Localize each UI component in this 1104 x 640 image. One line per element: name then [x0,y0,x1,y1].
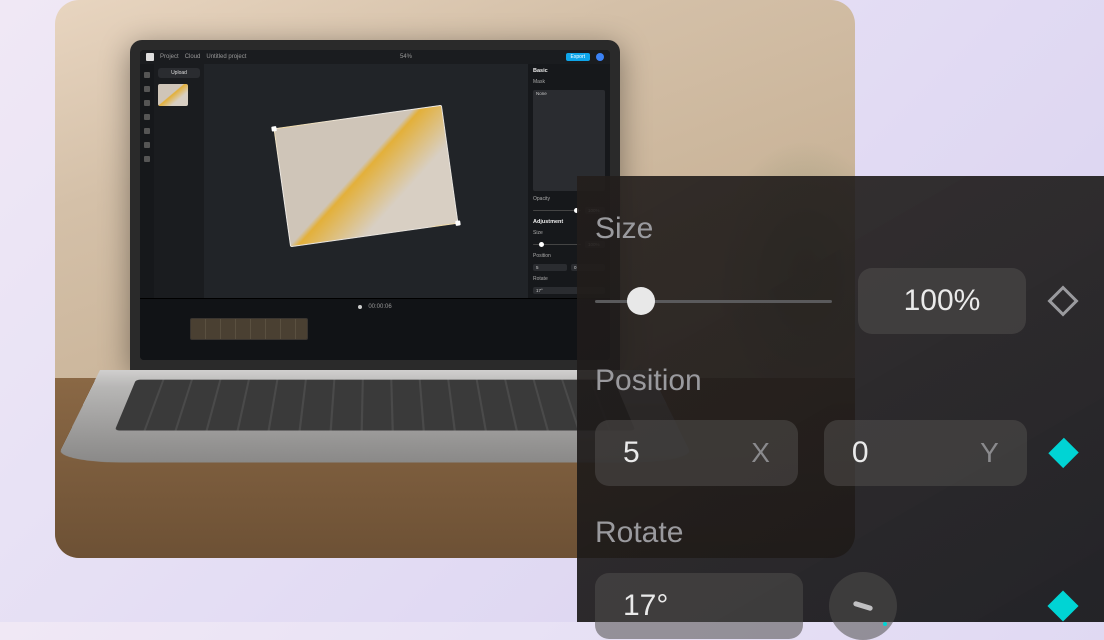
position-y-suffix: Y [980,437,999,469]
rotate-label: Rotate [595,516,1074,550]
position-y-value: 0 [852,436,869,470]
editor-topbar: Project Cloud Untitled project 54% Expor… [140,50,610,64]
size-slider[interactable] [595,300,832,303]
left-toolbar [140,64,154,298]
timeline[interactable]: 00:00:06 [140,298,610,360]
size-label: Size [595,212,1074,246]
adjustment-zoom-overlay: Size 100% Position 5 X 0 Y Rotate 17° [577,176,1104,622]
size-slider-mini[interactable] [533,244,581,246]
position-x-suffix: X [751,437,770,469]
basic-tab[interactable]: Basic [533,68,605,74]
position-x-value: 5 [623,436,640,470]
filters-nav-icon[interactable] [144,156,150,162]
captions-nav-icon[interactable] [144,114,150,120]
project-filename: Untitled project [206,54,246,60]
media-panel: Upload [154,64,204,298]
rotate-dial[interactable] [829,572,897,640]
size-slider-thumb-icon[interactable] [627,287,655,315]
preview-canvas[interactable] [204,64,528,298]
position-y-field[interactable]: 0 Y [824,420,1027,486]
effects-nav-icon[interactable] [144,128,150,134]
project-tab[interactable]: Project [160,54,179,60]
user-avatar-icon[interactable] [596,53,604,61]
canvas-selected-clip[interactable] [273,105,458,247]
app-logo-icon[interactable] [146,53,154,61]
timeline-timecode: 00:00:06 [368,304,391,310]
size-keyframe-icon[interactable] [1047,285,1078,316]
position-label: Position [595,364,1074,398]
upload-button[interactable]: Upload [158,68,200,78]
canvas-scale[interactable]: 54% [400,54,412,60]
position-x-field[interactable]: 5 X [595,420,798,486]
media-thumbnail[interactable] [158,84,188,106]
laptop-bezel: Project Cloud Untitled project 54% Expor… [130,40,620,370]
mask-label: Mask [533,79,605,85]
audio-nav-icon[interactable] [144,86,150,92]
rotate-value: 17° [623,589,668,623]
laptop-keys [115,380,636,431]
text-nav-icon[interactable] [144,100,150,106]
timeline-clip[interactable] [190,318,308,340]
video-editor-app: Project Cloud Untitled project 54% Expor… [140,50,610,360]
opacity-slider[interactable] [533,210,581,212]
rotate-dial-indicator-icon [883,622,887,626]
play-button-icon[interactable] [358,305,362,309]
rotate-value-field[interactable]: 17° [595,573,803,639]
rotate-keyframe-icon[interactable] [1047,590,1078,621]
cloud-tab[interactable]: Cloud [185,54,201,60]
size-value: 100% [904,284,981,318]
transitions-nav-icon[interactable] [144,142,150,148]
media-nav-icon[interactable] [144,72,150,78]
export-button[interactable]: Export [566,53,590,61]
position-keyframe-icon[interactable] [1048,438,1079,469]
laptop-screen: Project Cloud Untitled project 54% Expor… [140,50,610,360]
position-x-mini[interactable]: 5 [533,264,567,271]
timeline-controls: 00:00:06 [140,299,610,315]
size-value-field[interactable]: 100% [858,268,1026,334]
